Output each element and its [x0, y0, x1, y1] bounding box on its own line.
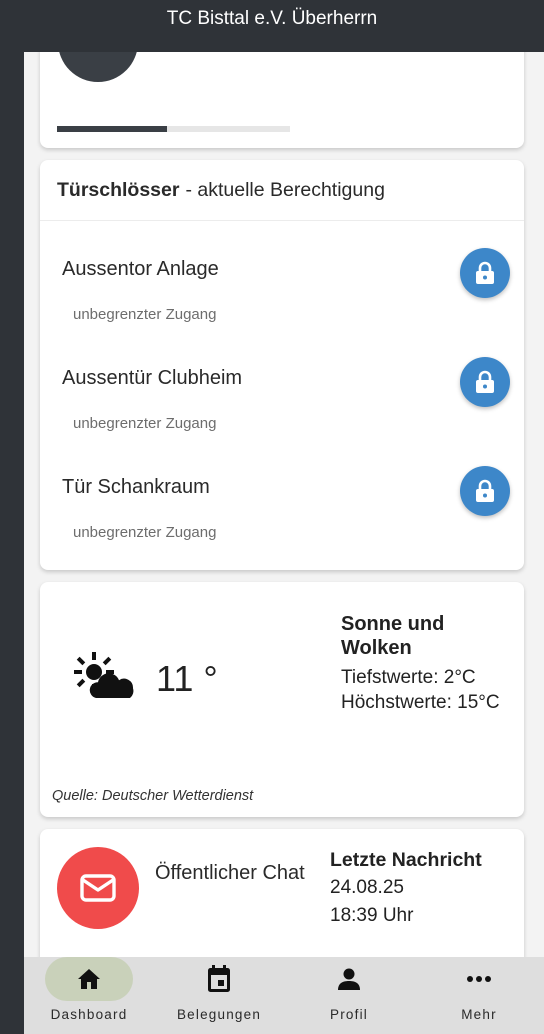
nav-label: Belegungen [176, 1007, 262, 1022]
weather-source: Quelle: Deutscher Wetterdienst [52, 788, 254, 804]
app-title: TC Bisttal e.V. Überherrn [166, 8, 378, 29]
unlock-button[interactable] [460, 357, 510, 407]
temperature: 11 ° [156, 658, 218, 699]
unlock-button[interactable] [460, 466, 510, 516]
nav-item-dashboard[interactable]: Dashboard [24, 957, 154, 1034]
bottom-navigation: Dashboard Belegungen Profil Mehr [24, 957, 544, 1034]
chat-card[interactable]: Öffentlicher Chat Letzte Nachricht 24.08… [40, 829, 524, 957]
door-locks-title: Türschlösser [57, 178, 180, 201]
nav-label: Mehr [461, 1007, 497, 1022]
lock-name: Aussentor Anlage [62, 258, 219, 280]
nav-label: Profil [330, 1007, 368, 1022]
door-locks-card: Türschlösser - aktuelle Berechtigung Aus… [40, 160, 524, 570]
avatar [58, 52, 138, 82]
top-card [40, 52, 524, 148]
dashboard-content[interactable]: Türschlösser - aktuelle Berechtigung Aus… [24, 52, 544, 957]
more-icon [467, 976, 491, 982]
weather-card: 11 ° Sonne und Wolken Tiefstwerte: 2°C H… [40, 582, 524, 817]
lock-icon [476, 479, 494, 502]
temperature-range: Tiefstwerte: 2°C Höchstwerte: 15°C [341, 666, 511, 716]
last-message-date: 24.08.25 [330, 877, 404, 898]
door-locks-header: Türschlösser - aktuelle Berechtigung [40, 160, 524, 221]
mail-icon [80, 874, 116, 902]
calendar-icon [208, 965, 230, 992]
app-bar: TC Bisttal e.V. Überherrn [0, 0, 544, 52]
nav-item-belegungen[interactable]: Belegungen [154, 957, 284, 1034]
min-temperature: Tiefstwerte: 2°C [341, 667, 476, 688]
lock-access: unbegrenzter Zugang [73, 306, 217, 323]
lock-icon [476, 370, 494, 393]
nav-label: Dashboard [50, 1007, 128, 1022]
lock-name: Tür Schankraum [62, 476, 210, 498]
last-message-time: 18:39 Uhr [330, 905, 414, 926]
lock-access: unbegrenzter Zugang [73, 415, 217, 432]
lock-item-tuer-schankraum: Tür Schankraum unbegrenzter Zugang [40, 466, 524, 566]
nav-item-mehr[interactable]: Mehr [414, 957, 544, 1034]
lock-name: Aussentür Clubheim [62, 367, 243, 389]
door-locks-subtitle: - aktuelle Berechtigung [185, 178, 385, 201]
last-message-title: Letzte Nachricht [330, 849, 482, 871]
lock-item-aussentuer-clubheim: Aussentür Clubheim unbegrenzter Zugang [40, 357, 524, 457]
lock-icon [476, 261, 494, 284]
chat-label[interactable]: Öffentlicher Chat [155, 861, 305, 886]
lock-item-aussentor-anlage: Aussentor Anlage unbegrenzter Zugang [40, 248, 524, 348]
max-temperature: Höchstwerte: 15°C [341, 692, 500, 713]
person-icon [338, 968, 360, 990]
sun-cloud-icon [74, 652, 134, 698]
home-icon [78, 969, 100, 989]
chat-button[interactable] [57, 847, 139, 929]
progress-bar [57, 126, 290, 132]
nav-item-profil[interactable]: Profil [284, 957, 414, 1034]
nav-indicator [45, 957, 133, 1001]
progress-bar-fill [57, 126, 167, 132]
lock-access: unbegrenzter Zugang [73, 524, 217, 541]
weather-condition: Sonne und Wolken [341, 613, 445, 659]
unlock-button[interactable] [460, 248, 510, 298]
